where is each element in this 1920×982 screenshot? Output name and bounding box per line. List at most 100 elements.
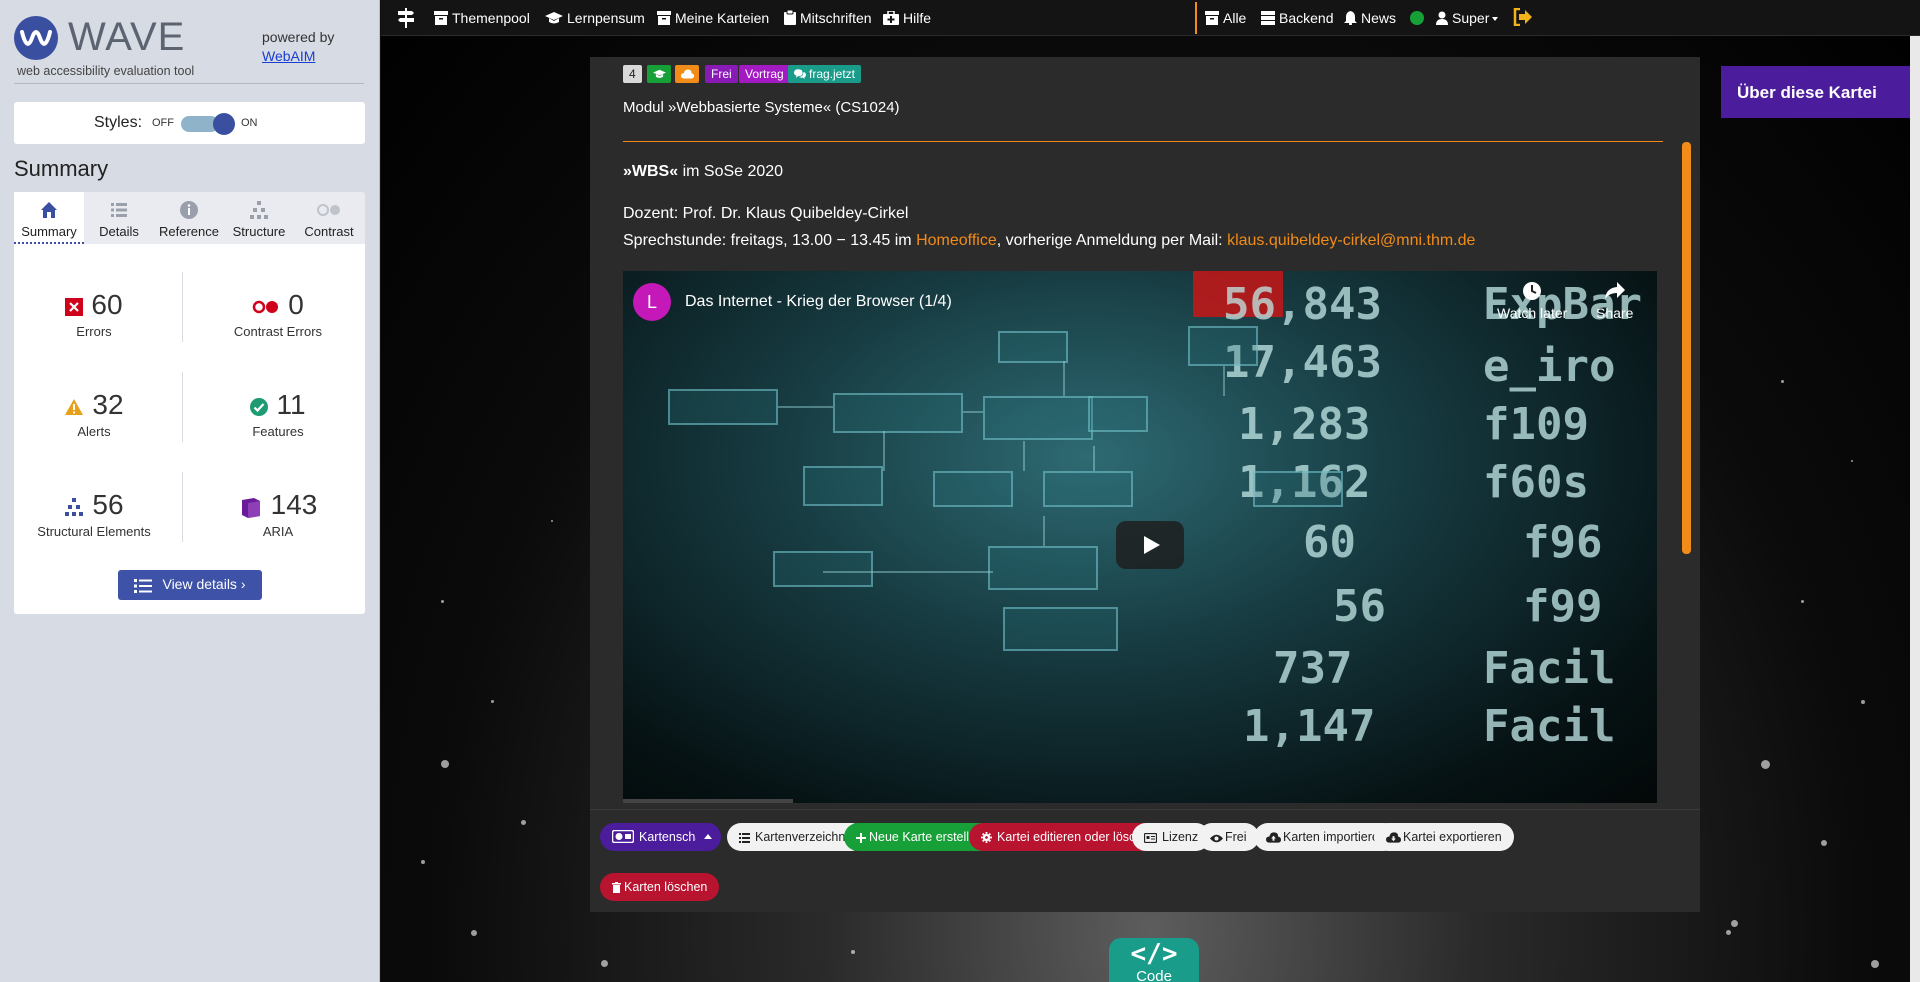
video-footage-line [778,406,833,408]
homeoffice-link[interactable]: Homeoffice [916,232,997,249]
video-progress-bar[interactable] [623,799,793,803]
cards-page: Themenpool Lernpensum Meine Karteien Mit… [381,0,1920,982]
video-footage-box [1088,396,1148,432]
video-footage-box [803,466,883,506]
card-scrollbar[interactable] [1682,142,1691,554]
video-footage-text: Facil [1483,701,1616,752]
nav-label: Alle [1223,10,1247,26]
video-footage-box [1188,326,1258,366]
video-footage-text: 56 [1333,581,1386,632]
stat-structural[interactable]: 56 Structural Elements [14,488,174,539]
nav-themenpool[interactable]: Themenpool [434,10,530,26]
background-sparkle [1801,600,1804,603]
nav-label: Themenpool [452,10,530,26]
graduation-cap-icon [653,69,666,78]
tab-reference[interactable]: Reference [154,192,224,244]
video-footage-line [883,431,885,471]
button-label: Frei [1225,830,1247,844]
badge-count: 4 [623,65,642,83]
nav-label: Mitschriften [800,10,872,26]
license-icon [1144,833,1157,843]
wave-summary-panel: Summary Details Reference Structure Cont… [14,192,365,614]
tab-label: Structure [232,224,286,239]
code-button[interactable]: </> Code [1109,938,1199,982]
background-sparkle [441,600,444,603]
webaim-link[interactable]: WebAIM [262,48,315,64]
nav-backend[interactable]: Backend [1261,10,1333,26]
stat-errors[interactable]: 60 Errors [14,288,174,339]
play-button[interactable] [1116,521,1184,569]
stat-contrast-errors[interactable]: 0 Contrast Errors [198,288,358,339]
channel-avatar[interactable]: L [633,283,671,321]
card-panel: 4 Frei Vortrag frag.jetzt Modul »Webbasi… [590,57,1700,912]
nav-user-menu[interactable]: Super [1436,10,1499,26]
stat-features[interactable]: 11 Features [198,388,358,439]
video-footage-line [1093,446,1095,471]
aria-count: 143 [270,489,318,520]
video-footage-text: 1,283 [1238,399,1371,450]
hierarchy-icon [250,201,268,219]
bell-icon [1344,11,1357,25]
nav-mitschriften[interactable]: Mitschriften [784,10,872,26]
youtube-video-embed[interactable]: 56,843 17,463 1,283 1,162 60 56 737 1,147 e_iro f… [623,271,1657,803]
plus-icon [856,833,866,843]
errors-count: 60 [91,289,123,320]
video-footage-box [983,396,1093,440]
nav-label: Backend [1279,10,1334,26]
styles-toggle-knob[interactable] [213,113,235,135]
wave-tabs: Summary Details Reference Structure Cont… [14,192,365,244]
nav-hilfe[interactable]: Hilfe [883,10,931,26]
background-sparkle [601,960,608,967]
karten-loeschen-button[interactable]: Karten löschen [600,873,720,901]
badge-frag-jetzt[interactable]: frag.jetzt [788,65,862,83]
alerts-count: 32 [92,389,124,420]
page-scrollbar[interactable] [1910,36,1920,982]
powered-by-label: powered by [262,29,335,45]
archive-icon [434,11,448,25]
tab-details[interactable]: Details [84,192,154,244]
tab-label: Contrast [304,224,354,239]
hours-mid: , vorherige Anmeldung per Mail: [996,232,1228,249]
about-kartei-panel[interactable]: Über diese Kartei [1721,66,1920,118]
features-count: 11 [276,389,306,420]
tab-structure[interactable]: Structure [224,192,294,244]
stat-aria[interactable]: 143 ARIA [198,488,358,539]
projector-icon [612,830,634,843]
video-footage-text: 1,147 [1243,701,1376,752]
tab-summary[interactable]: Summary [14,192,84,244]
stat-divider [182,272,183,342]
frei-button[interactable]: Frei [1198,823,1259,851]
badge-graduation-cap [647,65,671,83]
view-details-button[interactable]: View details › [118,570,262,600]
nav-news[interactable]: News [1344,10,1396,26]
video-footage-text: f60s [1483,457,1589,508]
email-link[interactable]: klaus.quibeldey-cirkel@mni.thm.de [1227,232,1475,249]
button-label: Kartenverzeichnis [755,830,855,844]
nav-lernpensum[interactable]: Lernpensum [545,10,645,26]
tab-contrast[interactable]: Contrast [294,192,364,244]
code-icon: </> [1130,939,1178,969]
background-sparkle [1726,930,1731,935]
tab-label: Details [99,224,139,239]
nav-alle[interactable]: Alle [1205,10,1246,26]
trash-icon [612,882,621,893]
nav-meine-karteien[interactable]: Meine Karteien [657,10,769,26]
course-abbrev: »WBS« [623,163,679,180]
kartenschau-dropdown[interactable] [696,823,720,851]
watch-later-button[interactable]: Watch later [1497,281,1567,321]
cloud-download-icon [1386,832,1401,843]
background-sparkle [851,950,855,954]
badge-vortrag: Vortrag [739,65,790,83]
signpost-icon[interactable] [397,8,415,31]
list-icon [739,833,750,843]
course-line: »WBS« im SoSe 2020 [623,163,783,181]
video-footage-line [963,411,983,413]
kartei-exportieren-button[interactable]: Kartei exportieren [1374,823,1514,851]
tab-label: Summary [21,224,77,239]
stat-alerts[interactable]: 32 Alerts [14,388,174,439]
logout-icon[interactable] [1513,7,1533,29]
video-title[interactable]: Das Internet - Krieg der Browser (1/4) [685,293,952,311]
share-button[interactable]: Share [1596,281,1633,321]
share-icon [1604,282,1625,299]
video-footage-box [1253,471,1343,507]
